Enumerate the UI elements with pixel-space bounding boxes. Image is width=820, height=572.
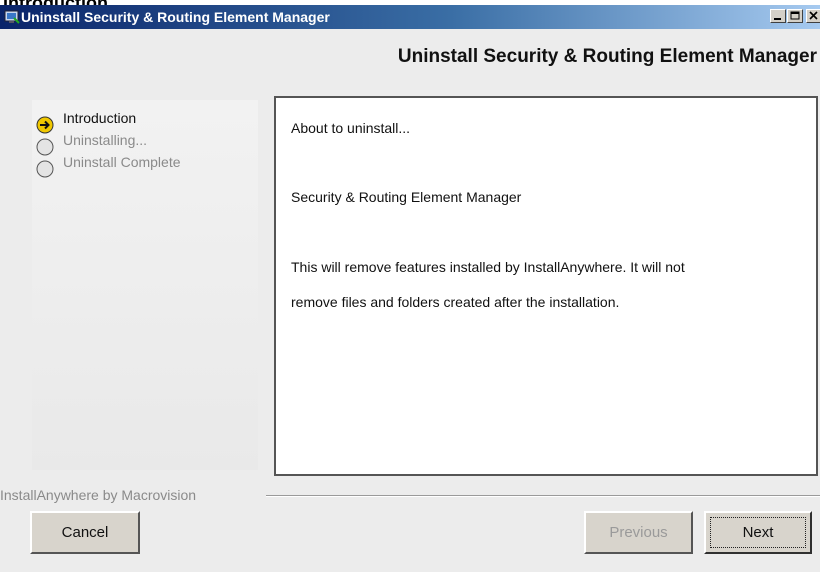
next-button[interactable]: Next [704,511,812,554]
minimize-button[interactable] [770,9,786,23]
product-name: Security & Routing Element Manager [291,189,522,205]
brand-label: InstallAnywhere by Macrovision [0,487,197,503]
installer-heading: Uninstall Security & Routing Element Man… [397,46,817,67]
radio-empty-icon [36,160,54,178]
radio-empty-icon [36,138,54,156]
description-line-2: remove files and folders created after t… [291,294,620,310]
divider [266,495,820,497]
step-label: Uninstall Complete [63,154,181,170]
close-button[interactable] [806,9,820,23]
description-line-1: This will remove features installed by I… [291,259,685,275]
arrow-right-icon [36,116,54,134]
title-bar[interactable]: Uninstall Security & Routing Element Man… [0,5,820,29]
cancel-button[interactable]: Cancel [30,511,140,554]
step-label: Uninstalling... [63,132,148,148]
previous-label: Previous [609,524,668,541]
maximize-button[interactable] [787,9,803,23]
previous-button[interactable]: Previous [584,511,693,554]
intro-text: About to uninstall... [291,120,411,136]
main-panel: About to uninstall... Security & Routing… [274,96,818,476]
app-icon [4,10,20,24]
maximize-icon [790,11,800,20]
installer-window: Uninstall Security & Routing Element Man… [0,5,820,572]
step-label: Introduction [63,110,137,126]
cancel-label: Cancel [61,524,109,541]
minimize-icon [774,18,781,20]
window-title: Uninstall Security & Routing Element Man… [21,9,330,25]
steps-panel: Introduction Uninstalling... Uninstall C… [32,100,258,470]
close-icon [809,11,818,20]
next-label: Next [742,524,774,541]
installer-content: Uninstall Security & Routing Element Man… [0,29,820,572]
